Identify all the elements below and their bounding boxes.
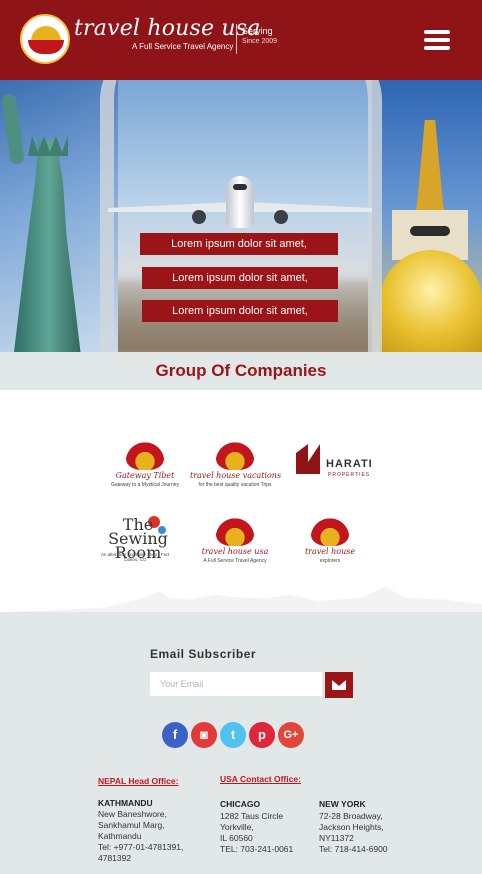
company-logo-travel-house-explorers[interactable]: travel house explorers bbox=[285, 516, 375, 570]
company-logo-harati[interactable]: HARATI PROPERTIES bbox=[290, 440, 380, 494]
company-tagline: An alteration and tailor shop · Fort Col… bbox=[100, 552, 170, 562]
company-emblem-icon bbox=[311, 518, 349, 546]
company-name: travel house bbox=[304, 547, 356, 556]
address-line: Kathmandu bbox=[98, 831, 142, 841]
site-header: travel house usa A Full Service Travel A… bbox=[0, 0, 482, 80]
hamburger-icon[interactable] bbox=[424, 30, 450, 52]
stupa-eye bbox=[410, 226, 450, 236]
company-name: travel house usa bbox=[201, 547, 269, 556]
phone-line: Tel: +977-01-4781391, bbox=[98, 842, 184, 852]
pinterest-icon[interactable]: p bbox=[249, 722, 275, 748]
phone-line: 4781392 bbox=[98, 853, 132, 863]
site-footer: Email Subscriber f ◙ t p G+ NEPAL Head O… bbox=[0, 612, 482, 874]
hero-caption-2: Lorem ipsum dolor sit amet, bbox=[142, 267, 338, 289]
company-tagline: explorers bbox=[319, 558, 341, 564]
company-logo-gateway-tibet[interactable]: Gateway Tibet Gateway to a Mystical Jour… bbox=[100, 440, 190, 494]
company-tagline: PROPERTIES bbox=[328, 472, 371, 478]
kathmandu-city: KATHMANDU bbox=[98, 798, 153, 808]
usa-office-heading: USA Contact Office: bbox=[220, 774, 301, 784]
since-label: Since 2009 bbox=[242, 38, 278, 45]
subscribe-button[interactable] bbox=[325, 672, 353, 698]
company-logo-travel-house-usa[interactable]: travel house usa A Full Service Travel A… bbox=[190, 516, 280, 570]
address-line: New Baneshwore, bbox=[98, 809, 167, 819]
airplane-image bbox=[108, 176, 372, 236]
company-emblem-icon bbox=[126, 442, 164, 470]
company-emblem-icon bbox=[216, 518, 254, 546]
group-title: Group Of Companies bbox=[155, 361, 327, 380]
twitter-icon[interactable]: t bbox=[220, 722, 246, 748]
company-tagline: A Full Service Travel Agency bbox=[203, 558, 267, 564]
brand-logo[interactable]: travel house usa A Full Service Travel A… bbox=[20, 14, 280, 68]
chicago-address: 1282 Taus Circle Yorkville, IL 60560 TEL… bbox=[220, 811, 320, 855]
logo-emblem-icon bbox=[20, 14, 70, 64]
nepal-office-heading: NEPAL Head Office: bbox=[98, 776, 179, 786]
serving-label: Serving bbox=[242, 26, 273, 36]
phone-line: TEL: 703-241-0061 bbox=[220, 844, 294, 854]
newyork-address: 72-28 Broadway, Jackson Heights, NY11372… bbox=[319, 811, 429, 855]
envelope-icon bbox=[332, 680, 346, 690]
address-line: IL 60560 bbox=[220, 833, 253, 843]
newyork-city: NEW YORK bbox=[319, 799, 366, 809]
address-line: Yorkville, bbox=[220, 822, 254, 832]
address-line: 1282 Taus Circle bbox=[220, 811, 284, 821]
hero-caption-3: Lorem ipsum dolor sit amet, bbox=[142, 300, 338, 322]
company-tagline: for the best quality vacation Trips bbox=[198, 482, 272, 488]
company-name: travel house vacations bbox=[190, 471, 282, 480]
company-logo-travel-house-vacations[interactable]: travel house vacations for the best qual… bbox=[190, 440, 282, 494]
company-logo-sewing-room[interactable]: The Sewing Room An alteration and tailor… bbox=[100, 516, 190, 570]
kathmandu-address: New Baneshwore, Sankhamul Marg, Kathmand… bbox=[98, 809, 208, 864]
company-name: Gateway Tibet bbox=[115, 471, 175, 480]
company-emblem-icon bbox=[216, 442, 254, 470]
address-line: 72-28 Broadway, bbox=[319, 811, 383, 821]
chicago-city: CHICAGO bbox=[220, 799, 261, 809]
logo-divider bbox=[236, 24, 237, 54]
brand-tagline: A Full Service Travel Agency bbox=[132, 42, 234, 51]
email-input[interactable] bbox=[150, 672, 322, 696]
instagram-icon[interactable]: ◙ bbox=[191, 722, 217, 748]
hero-caption-1: Lorem ipsum dolor sit amet, bbox=[140, 233, 338, 255]
facebook-icon[interactable]: f bbox=[162, 722, 188, 748]
group-title-band: Group Of Companies bbox=[0, 352, 482, 390]
address-line: NY11372 bbox=[319, 833, 354, 843]
company-tagline: Gateway to a Mystical Journey bbox=[110, 482, 180, 488]
google-plus-icon[interactable]: G+ bbox=[278, 722, 304, 748]
company-name: HARATI bbox=[326, 458, 373, 470]
stupa-dome bbox=[380, 250, 482, 352]
address-line: Sankhamul Marg, bbox=[98, 820, 165, 830]
address-line: Jackson Heights, bbox=[319, 822, 384, 832]
subscribe-title: Email Subscriber bbox=[150, 647, 257, 661]
phone-line: Tel: 718-414-6900 bbox=[319, 844, 388, 854]
brand-name: travel house usa bbox=[74, 16, 261, 41]
